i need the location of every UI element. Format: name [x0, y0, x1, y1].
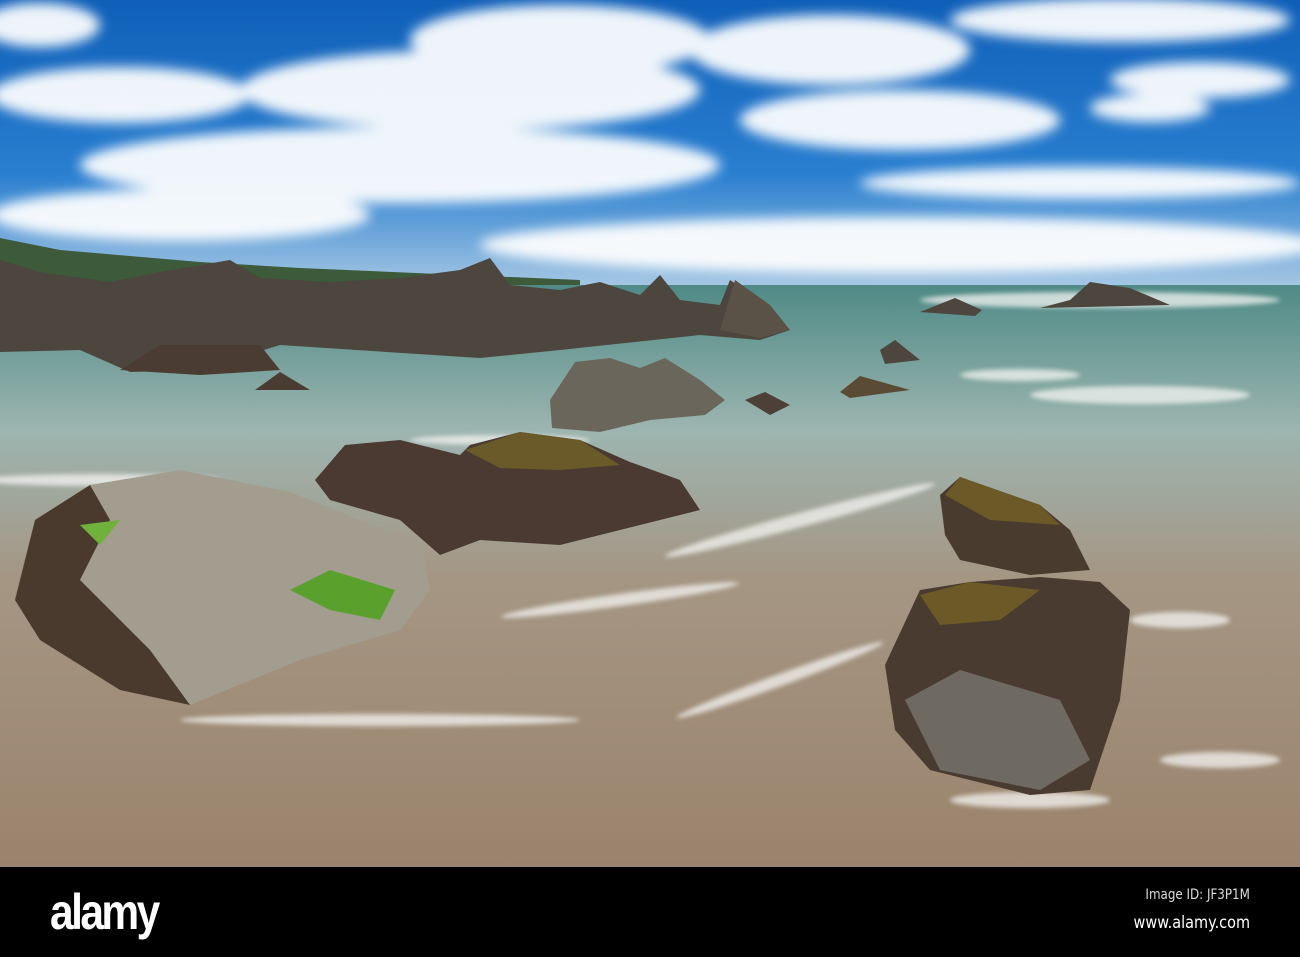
beach-photo [0, 0, 1300, 867]
website-link[interactable]: www.alamy.com [1134, 913, 1250, 933]
alamy-logo[interactable]: alamy [50, 883, 160, 941]
image-id: Image ID: JF3P1M [1145, 887, 1250, 903]
footer-bar: alamy Image ID: JF3P1M www.alamy.com [0, 867, 1300, 957]
